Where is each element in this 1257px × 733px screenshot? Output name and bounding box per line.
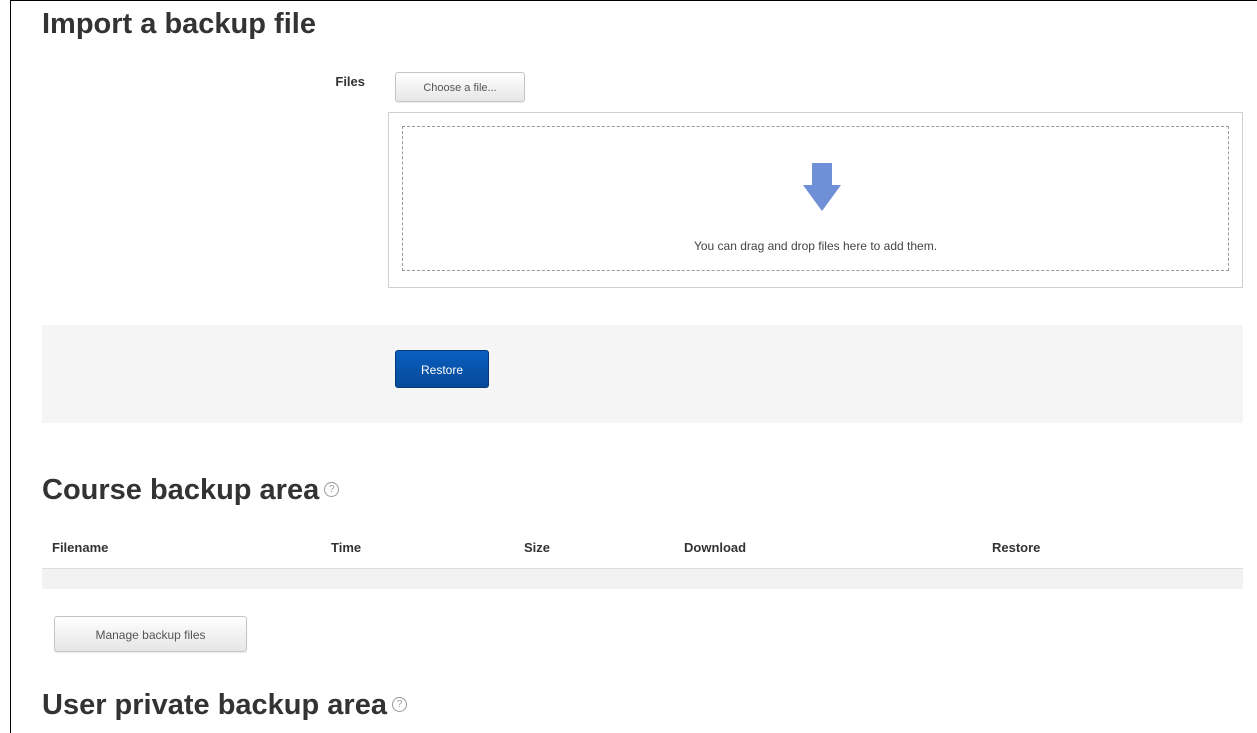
user-backup-title: User private backup area?	[42, 689, 407, 722]
course-backup-title-text: Course backup area	[42, 474, 320, 506]
down-arrow-icon	[803, 163, 841, 211]
files-label: Files	[335, 74, 365, 89]
import-section-title: Import a backup file	[42, 8, 316, 40]
manage-backup-files-button[interactable]: Manage backup files	[54, 616, 247, 652]
column-filename: Filename	[52, 540, 109, 555]
drop-zone[interactable]: You can drag and drop files here to add …	[402, 126, 1229, 271]
table-row	[42, 569, 1243, 589]
user-backup-title-text: User private backup area	[42, 689, 387, 721]
help-icon[interactable]: ?	[324, 481, 340, 497]
backup-table-header: Filename Time Size Download Restore	[42, 530, 1243, 569]
choose-file-button[interactable]: Choose a file...	[395, 72, 525, 102]
column-size: Size	[524, 540, 551, 555]
column-time: Time	[331, 540, 362, 555]
form-actions-band	[42, 325, 1243, 423]
drop-hint-text: You can drag and drop files here to add …	[693, 239, 938, 253]
course-backup-title: Course backup area?	[42, 474, 340, 507]
file-picker-box: You can drag and drop files here to add …	[388, 112, 1243, 288]
column-restore: Restore	[992, 540, 1041, 555]
restore-button[interactable]: Restore	[395, 350, 489, 388]
help-icon[interactable]: ?	[391, 696, 407, 712]
column-download: Download	[684, 540, 747, 555]
